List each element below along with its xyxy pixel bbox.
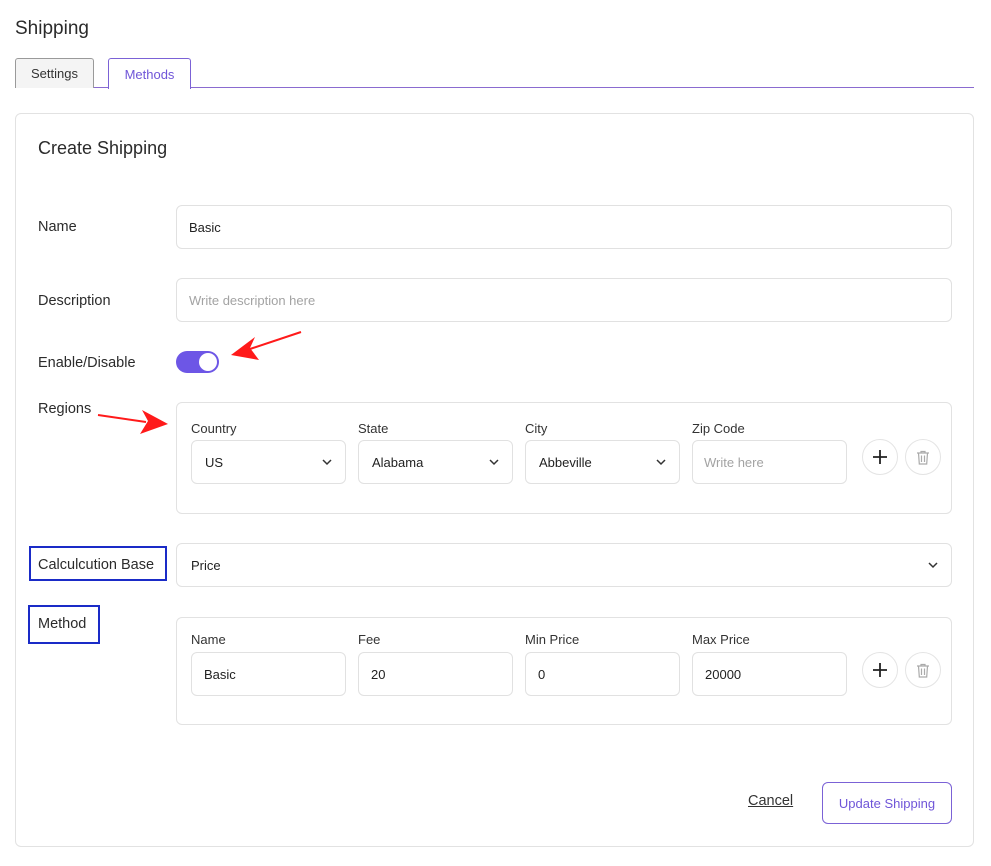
tab-bar: Settings Methods xyxy=(15,58,974,89)
annotation-arrow-icon xyxy=(231,331,302,360)
add-method-button[interactable] xyxy=(862,652,898,688)
update-shipping-button[interactable]: Update Shipping xyxy=(822,782,952,824)
chevron-down-icon xyxy=(656,459,666,466)
tab-settings[interactable]: Settings xyxy=(15,58,94,88)
chevron-down-icon xyxy=(489,459,499,466)
card-title: Create Shipping xyxy=(38,138,168,158)
city-value: Abbeville xyxy=(539,454,592,470)
plus-icon xyxy=(873,663,887,677)
country-select[interactable]: US xyxy=(191,440,346,484)
enable-toggle[interactable] xyxy=(176,351,219,373)
page-title: Shipping xyxy=(15,18,89,39)
add-region-button[interactable] xyxy=(862,439,898,475)
enable-label: Enable/Disable xyxy=(38,355,136,371)
max-price-column-label: Max Price xyxy=(692,632,750,647)
calculation-base-select[interactable]: Price xyxy=(176,543,952,587)
fee-input[interactable]: 20 xyxy=(358,652,513,696)
description-label: Description xyxy=(38,293,111,309)
chevron-down-icon xyxy=(928,562,938,569)
name-input[interactable]: Basic xyxy=(176,205,952,249)
annotation-arrow-icon xyxy=(97,410,168,434)
state-select[interactable]: Alabama xyxy=(358,440,513,484)
delete-method-button[interactable] xyxy=(905,652,941,688)
trash-icon xyxy=(917,450,929,465)
method-box: Name Fee Min Price Max Price Basic 20 0 … xyxy=(176,617,952,725)
cancel-link[interactable]: Cancel xyxy=(748,793,793,809)
method-name-column-label: Name xyxy=(191,632,226,647)
tab-methods[interactable]: Methods xyxy=(108,58,191,89)
zip-column-label: Zip Code xyxy=(692,421,745,436)
country-column-label: Country xyxy=(191,421,237,436)
chevron-down-icon xyxy=(322,459,332,466)
method-name-input[interactable]: Basic xyxy=(191,652,346,696)
trash-icon xyxy=(917,663,929,678)
regions-box: Country State City Zip Code US Alabama A… xyxy=(176,402,952,514)
toggle-knob xyxy=(199,353,217,371)
description-input[interactable]: Write description here xyxy=(176,278,952,322)
max-price-input[interactable]: 20000 xyxy=(692,652,847,696)
state-column-label: State xyxy=(358,421,389,436)
zip-code-input[interactable]: Write here xyxy=(692,440,847,484)
min-price-input[interactable]: 0 xyxy=(525,652,680,696)
calculation-base-value: Price xyxy=(191,557,221,573)
fee-column-label: Fee xyxy=(358,632,381,647)
delete-region-button[interactable] xyxy=(905,439,941,475)
country-value: US xyxy=(205,454,224,470)
method-label: Method xyxy=(38,616,87,632)
city-column-label: City xyxy=(525,421,548,436)
state-value: Alabama xyxy=(372,454,424,470)
calculation-base-label: Calculcution Base xyxy=(38,557,155,573)
city-select[interactable]: Abbeville xyxy=(525,440,680,484)
name-label: Name xyxy=(38,219,77,235)
create-shipping-card: Create Shipping Name Basic Description W… xyxy=(15,113,974,847)
min-price-column-label: Min Price xyxy=(525,632,580,647)
plus-icon xyxy=(873,450,887,464)
regions-label: Regions xyxy=(38,401,92,417)
